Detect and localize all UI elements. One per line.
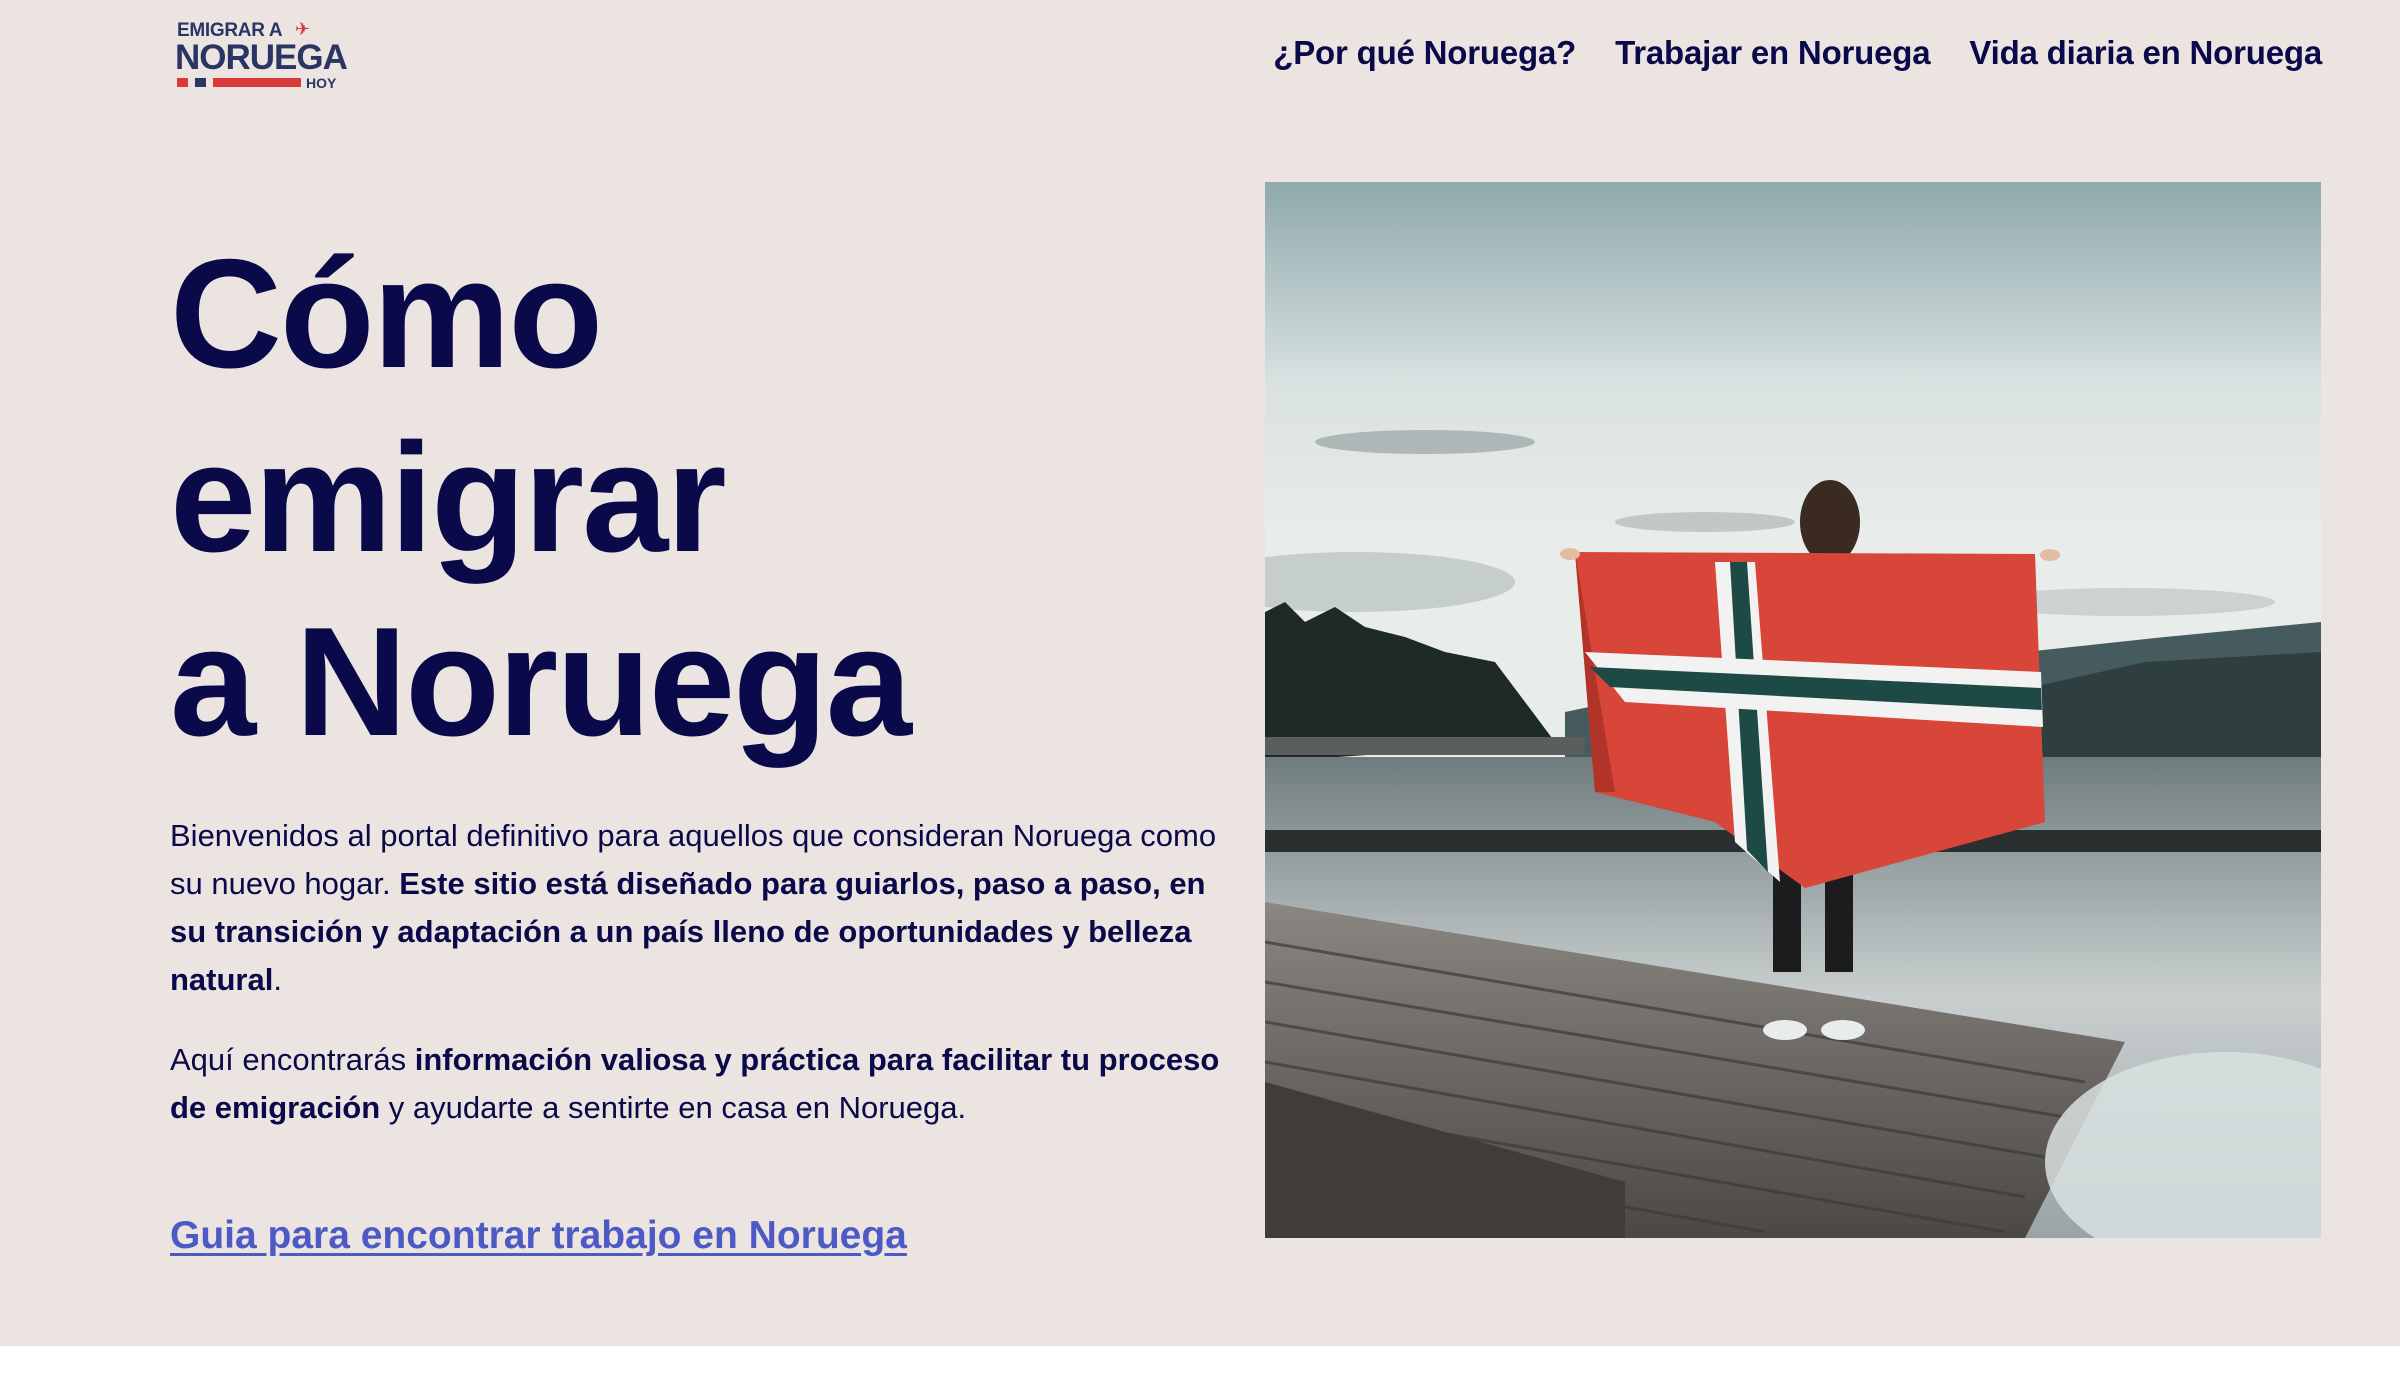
main-nav: ¿Por qué Noruega? Trabajar en Noruega Vi… <box>1273 34 2322 72</box>
nav-link-trabajar[interactable]: Trabajar en Noruega <box>1615 34 1931 72</box>
nav-link-por-que-noruega[interactable]: ¿Por qué Noruega? <box>1273 34 1576 72</box>
page-bottom <box>0 1346 2400 1400</box>
intro-paragraph-2: Aquí encontrarás información valiosa y p… <box>170 1036 1260 1132</box>
logo-flag-stripe <box>195 78 206 87</box>
page-title: Cómo emigrar a Noruega <box>170 222 912 774</box>
hero-section: EMIGRAR A ✈ NORUEGA HOY ¿Por qué Noruega… <box>0 0 2400 1346</box>
job-guide-link[interactable]: Guia para encontrar trabajo en Noruega <box>170 1214 907 1258</box>
title-line: a Noruega <box>170 595 912 768</box>
intro-text: Aquí encontrarás <box>170 1042 415 1077</box>
logo-flag-stripe <box>177 78 188 87</box>
site-logo[interactable]: EMIGRAR A ✈ NORUEGA HOY <box>175 18 348 94</box>
logo-flag-stripe <box>213 78 301 87</box>
nav-link-vida-diaria[interactable]: Vida diaria en Noruega <box>1969 34 2322 72</box>
intro-text: . <box>273 962 282 997</box>
airplane-icon: ✈ <box>295 19 311 39</box>
title-line: Cómo <box>170 227 603 400</box>
logo-line-2: NORUEGA <box>175 38 348 77</box>
title-line: emigrar <box>170 411 727 584</box>
intro-paragraph: Bienvenidos al portal definitivo para aq… <box>170 812 1240 1004</box>
intro-text: y ayudarte a sentirte en casa en Noruega… <box>380 1090 967 1125</box>
logo-line-3: HOY <box>306 75 337 91</box>
hero-image <box>1265 182 2321 1238</box>
